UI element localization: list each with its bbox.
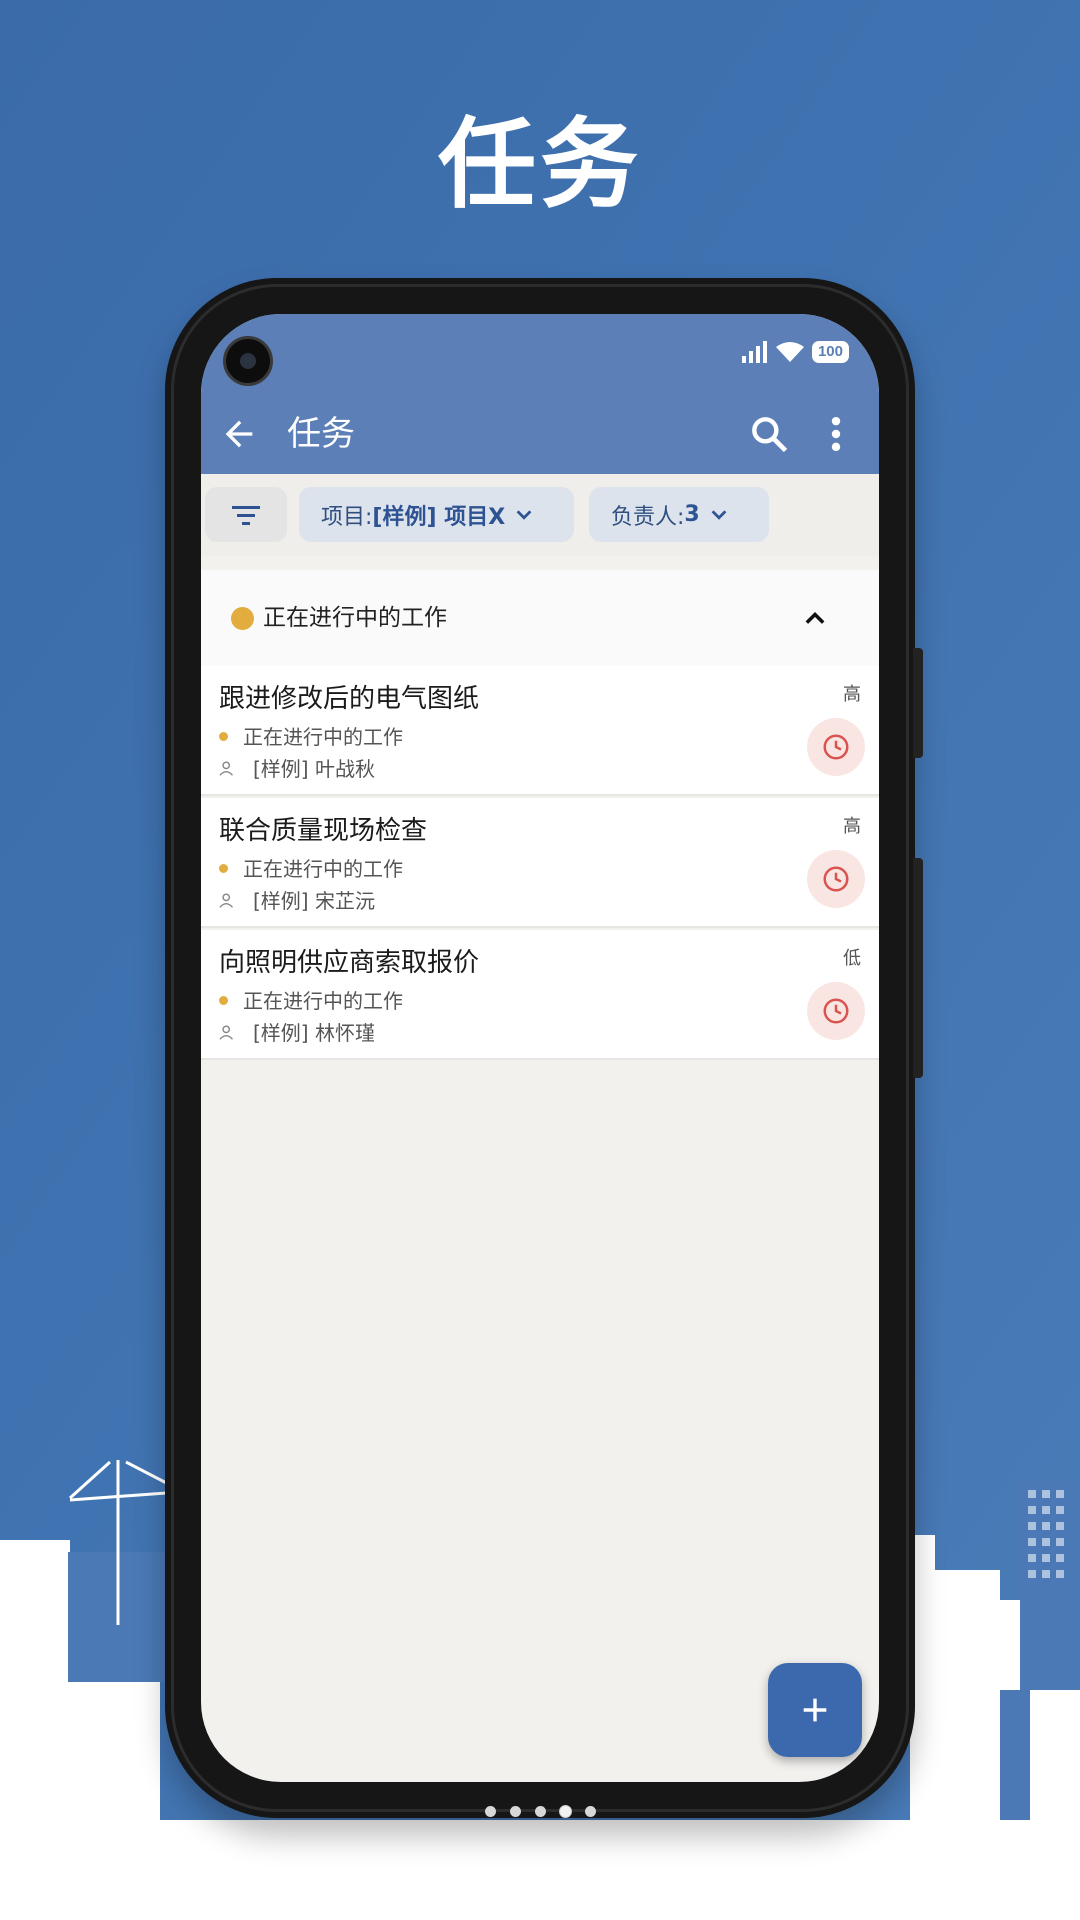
page-indicator xyxy=(0,1806,1080,1817)
back-arrow-icon[interactable] xyxy=(219,414,259,454)
task-row[interactable]: 联合质量现场检查 正在进行中的工作 [样例] 宋芷沅 高 xyxy=(201,798,879,928)
status-bar: 100 xyxy=(741,336,849,368)
assignee-filter-value: 3 xyxy=(684,502,700,527)
battery-indicator: 100 xyxy=(811,341,849,363)
task-assignee: [样例] 叶战秋 xyxy=(253,757,375,781)
filter-icon xyxy=(232,505,260,525)
clock-icon xyxy=(807,718,865,776)
chevron-down-icon xyxy=(711,509,727,520)
more-options-icon[interactable] xyxy=(821,412,851,456)
assignee-filter-label: 负责人: xyxy=(611,504,685,530)
plus-icon xyxy=(803,1698,827,1722)
task-assignee: [样例] 宋芷沅 xyxy=(253,889,375,913)
clock-icon xyxy=(807,982,865,1040)
assignee-icon xyxy=(219,1025,234,1040)
volume-button xyxy=(913,648,923,758)
status-dot xyxy=(219,864,228,873)
chevron-up-icon[interactable] xyxy=(801,604,829,632)
task-status: 正在进行中的工作 xyxy=(243,725,403,749)
project-filter-label: 项目: xyxy=(321,504,373,530)
assignee-icon xyxy=(219,893,234,908)
page-dot xyxy=(509,1806,521,1817)
task-priority: 高 xyxy=(843,684,861,705)
phone-frame: 100 任务 项目: [样例] 项目X 负责人: 3 正在进行中的工作 跟进修改… xyxy=(165,278,923,1818)
ground xyxy=(0,1820,1080,1920)
page-dot xyxy=(584,1806,596,1817)
wifi-icon xyxy=(775,342,804,362)
group-label: 正在进行中的工作 xyxy=(263,605,447,631)
task-title: 跟进修改后的电气图纸 xyxy=(219,684,480,714)
assignee-icon xyxy=(219,761,234,776)
camera-cutout xyxy=(223,336,273,386)
task-priority: 低 xyxy=(843,948,861,969)
clock-icon xyxy=(807,850,865,908)
toolbar: 任务 xyxy=(201,394,879,474)
hero-title: 任务 xyxy=(437,108,642,222)
signal-icon xyxy=(741,341,767,363)
task-title: 向照明供应商索取报价 xyxy=(219,948,480,978)
task-title: 联合质量现场检查 xyxy=(219,816,428,846)
task-row[interactable]: 向照明供应商索取报价 正在进行中的工作 [样例] 林怀瑾 低 xyxy=(201,930,879,1060)
task-priority: 高 xyxy=(843,816,861,837)
filter-button[interactable] xyxy=(205,487,287,542)
add-task-button[interactable] xyxy=(768,1663,862,1757)
status-group-header[interactable]: 正在进行中的工作 xyxy=(201,570,879,666)
app-screen: 100 任务 项目: [样例] 项目X 负责人: 3 正在进行中的工作 跟进修改… xyxy=(201,314,879,1782)
status-color-dot xyxy=(231,607,254,630)
project-filter-chip[interactable]: 项目: [样例] 项目X xyxy=(299,487,574,542)
chevron-down-icon xyxy=(516,509,532,520)
task-assignee: [样例] 林怀瑾 xyxy=(253,1021,375,1045)
project-filter-value: [样例] 项目X xyxy=(372,504,506,530)
task-status: 正在进行中的工作 xyxy=(243,989,403,1013)
power-button xyxy=(913,858,923,1078)
page-dot xyxy=(534,1806,546,1817)
page-dot-active xyxy=(559,1806,571,1817)
page-dot xyxy=(484,1806,496,1817)
task-status: 正在进行中的工作 xyxy=(243,857,403,881)
status-dot xyxy=(219,996,228,1005)
page-title: 任务 xyxy=(287,414,355,454)
status-dot xyxy=(219,732,228,741)
filter-bar: 项目: [样例] 项目X 负责人: 3 xyxy=(201,474,879,556)
search-icon[interactable] xyxy=(747,412,791,456)
task-row[interactable]: 跟进修改后的电气图纸 正在进行中的工作 [样例] 叶战秋 高 xyxy=(201,666,879,796)
app-bar: 100 任务 xyxy=(201,314,879,474)
assignee-filter-chip[interactable]: 负责人: 3 xyxy=(589,487,769,542)
